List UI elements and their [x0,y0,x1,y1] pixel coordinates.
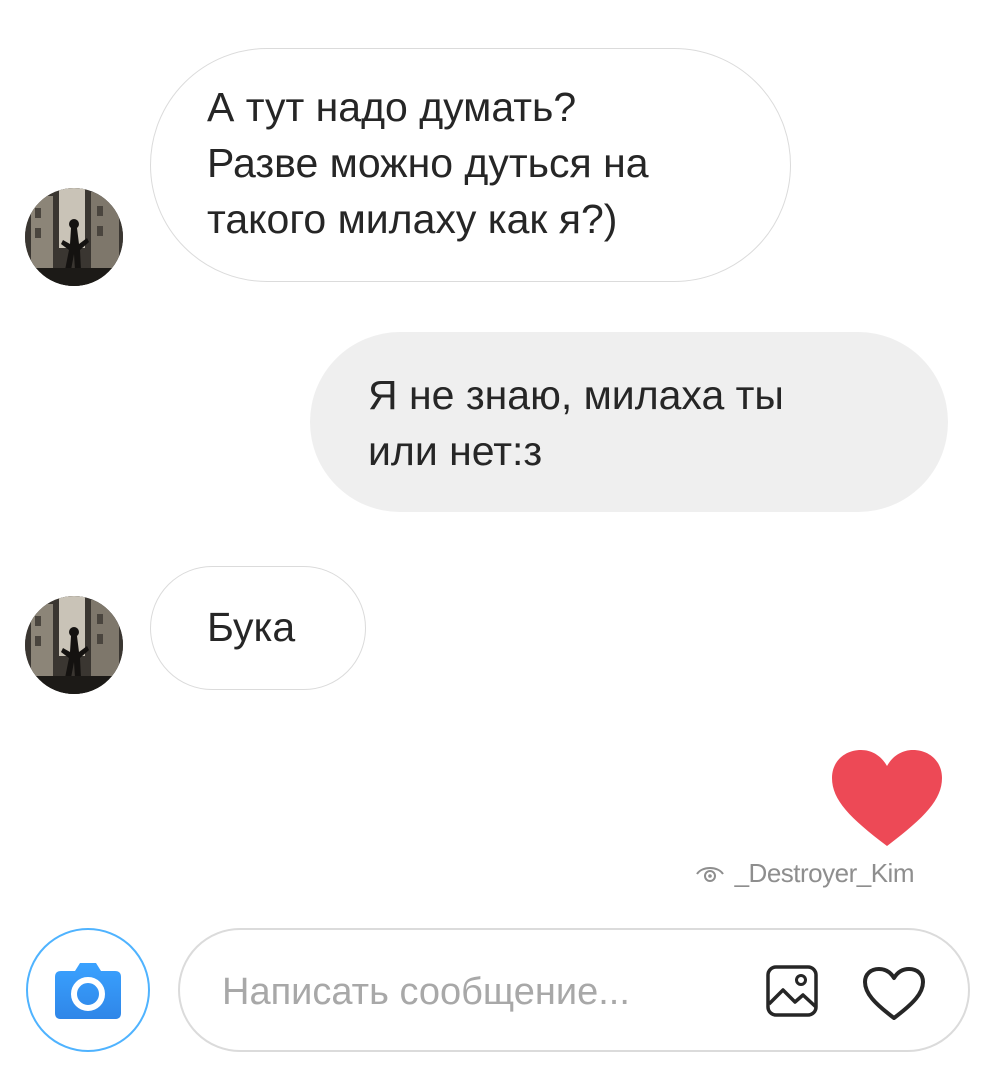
avatar-photo [25,188,123,286]
gallery-icon[interactable] [765,964,819,1018]
message-input[interactable] [222,962,742,1022]
message-text: А тут надо думать? Разве можно дуться на… [207,84,649,242]
heart-filled-icon[interactable] [830,748,944,848]
seen-by-indicator: _Destroyer_Kim [695,858,915,889]
message-bubble-outgoing[interactable]: Я не знаю, милаха ты или нет:з [310,332,948,512]
message-text: Я не знаю, милаха ты или нет:з [368,372,784,474]
sender-avatar[interactable] [25,188,123,286]
message-composer [178,928,970,1052]
avatar-photo [25,596,123,694]
message-bubble-incoming[interactable]: Бука [150,566,366,690]
camera-button[interactable] [26,928,150,1052]
sender-avatar[interactable] [25,596,123,694]
camera-icon [55,963,121,1019]
direct-message-screen: А тут надо думать? Разве можно дуться на… [0,0,996,1080]
heart-outline-icon[interactable] [862,966,926,1022]
message-text: Бука [207,604,296,650]
seen-by-username: _Destroyer_Kim [734,858,915,888]
eye-icon [695,866,724,882]
message-bubble-incoming[interactable]: А тут надо думать? Разве можно дуться на… [150,48,791,282]
